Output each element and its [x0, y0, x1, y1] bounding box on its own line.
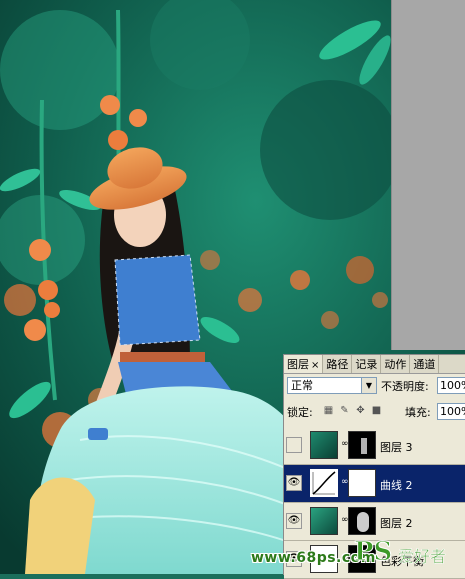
lock-all-icon[interactable]: ■	[371, 405, 382, 416]
panel-tabs: 图层 × 路径 记录 动作 通道	[284, 355, 465, 374]
lock-row: 锁定: ▦ ✎ ✥ ■ 填充: 100%	[287, 403, 465, 421]
watermark-logo-text: 爱好者	[398, 547, 446, 566]
tab-channels[interactable]: 通道	[410, 355, 440, 373]
fill-input[interactable]: 100%	[437, 403, 465, 420]
tab-actions[interactable]: 动作	[381, 355, 411, 373]
blend-row: 正常 ▼ 不透明度: 100%	[287, 377, 465, 395]
canvas-background	[391, 0, 465, 350]
opacity-label: 不透明度:	[381, 380, 429, 393]
blend-mode-select[interactable]: 正常 ▼	[287, 377, 377, 394]
layer-row-curves-2[interactable]: 👁 ∞ 曲线 2	[284, 465, 465, 503]
watermark-logo: PS 爱好者	[352, 530, 462, 572]
layer-mask-thumbnail	[348, 469, 376, 497]
layer-name: 图层 3	[380, 441, 413, 454]
lock-transparency-icon[interactable]: ▦	[323, 405, 334, 416]
curves-adjustment-icon	[310, 469, 338, 497]
tab-history[interactable]: 记录	[352, 355, 382, 373]
chevron-down-icon[interactable]: ▼	[361, 378, 376, 393]
eye-icon[interactable]: 👁	[286, 513, 302, 529]
tab-paths[interactable]: 路径	[323, 355, 353, 373]
fill-label: 填充:	[405, 406, 431, 419]
opacity-input[interactable]: 100%	[437, 377, 465, 394]
layer-name: 曲线 2	[380, 479, 413, 492]
layer-row-3[interactable]: ∞ 图层 3	[284, 427, 465, 465]
layer-name: 图层 2	[380, 517, 413, 530]
lock-brush-icon[interactable]: ✎	[339, 405, 350, 416]
layer-thumbnail	[310, 431, 338, 459]
layer-thumbnail	[310, 507, 338, 535]
lock-move-icon[interactable]: ✥	[355, 405, 366, 416]
tab-layers[interactable]: 图层 ×	[284, 355, 324, 373]
lock-label: 锁定:	[287, 406, 313, 419]
visibility-toggle[interactable]	[286, 437, 302, 453]
layer-mask-thumbnail	[348, 431, 376, 459]
eye-icon[interactable]: 👁	[286, 475, 302, 491]
watermark-logo-prefix: PS	[354, 537, 392, 567]
blend-mode-value: 正常	[291, 379, 313, 392]
close-icon[interactable]: ×	[311, 360, 319, 371]
